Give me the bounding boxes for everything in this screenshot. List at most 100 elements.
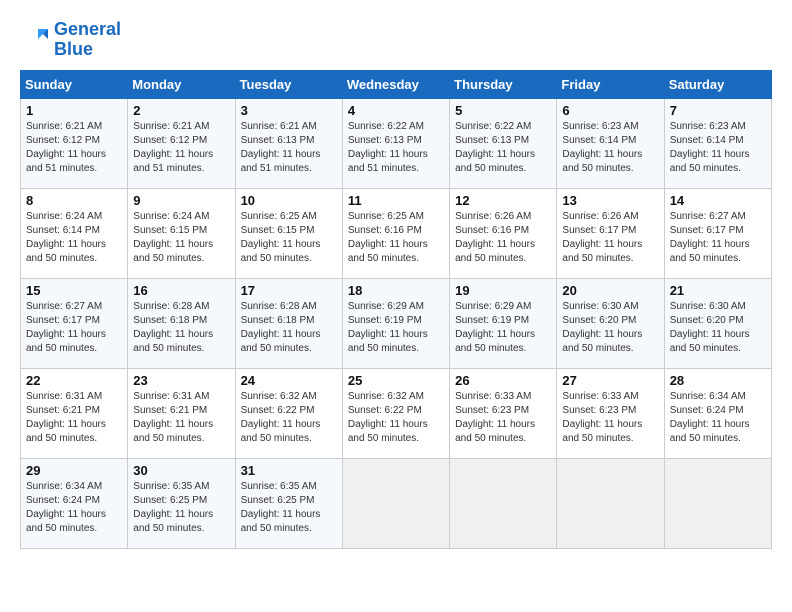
day-number: 26	[455, 373, 551, 388]
day-info: Sunrise: 6:33 AM Sunset: 6:23 PM Dayligh…	[455, 390, 551, 446]
day-number: 9	[133, 193, 229, 208]
day-number: 10	[241, 193, 337, 208]
table-row: 27Sunrise: 6:33 AM Sunset: 6:23 PM Dayli…	[557, 368, 664, 458]
page-header: General Blue	[20, 20, 772, 60]
day-number: 4	[348, 103, 444, 118]
day-number: 30	[133, 463, 229, 478]
day-number: 1	[26, 103, 122, 118]
day-number: 8	[26, 193, 122, 208]
table-row: 29Sunrise: 6:34 AM Sunset: 6:24 PM Dayli…	[21, 458, 128, 548]
col-thursday: Thursday	[450, 70, 557, 98]
table-row: 9 Sunrise: 6:24 AM Sunset: 6:15 PM Daylig…	[128, 188, 235, 278]
day-info: Sunrise: 6:23 AM Sunset: 6:14 PM Dayligh…	[562, 120, 658, 176]
day-number: 18	[348, 283, 444, 298]
day-number: 17	[241, 283, 337, 298]
day-number: 13	[562, 193, 658, 208]
day-info: Sunrise: 6:28 AM Sunset: 6:18 PM Dayligh…	[133, 300, 229, 356]
day-info: Sunrise: 6:34 AM Sunset: 6:24 PM Dayligh…	[670, 390, 766, 446]
day-info: Sunrise: 6:30 AM Sunset: 6:20 PM Dayligh…	[562, 300, 658, 356]
day-info: Sunrise: 6:25 AM Sunset: 6:15 PM Dayligh…	[241, 210, 337, 266]
day-info: Sunrise: 6:27 AM Sunset: 6:17 PM Dayligh…	[670, 210, 766, 266]
table-row: 18 Sunrise: 6:29 AM Sunset: 6:19 PM Dayli…	[342, 278, 449, 368]
day-number: 19	[455, 283, 551, 298]
day-number: 11	[348, 193, 444, 208]
day-info: Sunrise: 6:32 AM Sunset: 6:22 PM Dayligh…	[241, 390, 337, 446]
day-number: 6	[562, 103, 658, 118]
table-row: 16 Sunrise: 6:28 AM Sunset: 6:18 PM Dayli…	[128, 278, 235, 368]
day-number: 5	[455, 103, 551, 118]
day-info: Sunrise: 6:35 AM Sunset: 6:25 PM Dayligh…	[241, 480, 337, 536]
day-info: Sunrise: 6:34 AM Sunset: 6:24 PM Dayligh…	[26, 480, 122, 536]
day-info: Sunrise: 6:21 AM Sunset: 6:13 PM Dayligh…	[241, 120, 337, 176]
day-info: Sunrise: 6:29 AM Sunset: 6:19 PM Dayligh…	[348, 300, 444, 356]
logo-line1: General	[54, 20, 121, 40]
day-number: 31	[241, 463, 337, 478]
table-row: 26 Sunrise: 6:33 AM Sunset: 6:23 PM Dayli…	[450, 368, 557, 458]
calendar-row: 15Sunrise: 6:27 AM Sunset: 6:17 PM Dayli…	[21, 278, 772, 368]
table-row: 5 Sunrise: 6:22 AM Sunset: 6:13 PM Daylig…	[450, 98, 557, 188]
day-info: Sunrise: 6:26 AM Sunset: 6:17 PM Dayligh…	[562, 210, 658, 266]
table-row	[557, 458, 664, 548]
col-monday: Monday	[128, 70, 235, 98]
day-info: Sunrise: 6:21 AM Sunset: 6:12 PM Dayligh…	[133, 120, 229, 176]
col-wednesday: Wednesday	[342, 70, 449, 98]
day-number: 22	[26, 373, 122, 388]
table-row: 23 Sunrise: 6:31 AM Sunset: 6:21 PM Dayli…	[128, 368, 235, 458]
day-info: Sunrise: 6:26 AM Sunset: 6:16 PM Dayligh…	[455, 210, 551, 266]
table-row: 2 Sunrise: 6:21 AM Sunset: 6:12 PM Daylig…	[128, 98, 235, 188]
table-row: 10 Sunrise: 6:25 AM Sunset: 6:15 PM Dayli…	[235, 188, 342, 278]
day-info: Sunrise: 6:21 AM Sunset: 6:12 PM Dayligh…	[26, 120, 122, 176]
day-info: Sunrise: 6:32 AM Sunset: 6:22 PM Dayligh…	[348, 390, 444, 446]
table-row	[450, 458, 557, 548]
table-row: 17 Sunrise: 6:28 AM Sunset: 6:18 PM Dayli…	[235, 278, 342, 368]
day-info: Sunrise: 6:22 AM Sunset: 6:13 PM Dayligh…	[348, 120, 444, 176]
calendar-row: 8 Sunrise: 6:24 AM Sunset: 6:14 PM Daylig…	[21, 188, 772, 278]
day-number: 25	[348, 373, 444, 388]
table-row: 15Sunrise: 6:27 AM Sunset: 6:17 PM Dayli…	[21, 278, 128, 368]
day-info: Sunrise: 6:30 AM Sunset: 6:20 PM Dayligh…	[670, 300, 766, 356]
day-info: Sunrise: 6:25 AM Sunset: 6:16 PM Dayligh…	[348, 210, 444, 266]
day-info: Sunrise: 6:35 AM Sunset: 6:25 PM Dayligh…	[133, 480, 229, 536]
day-number: 20	[562, 283, 658, 298]
day-number: 16	[133, 283, 229, 298]
table-row: 13 Sunrise: 6:26 AM Sunset: 6:17 PM Dayli…	[557, 188, 664, 278]
table-row: 19 Sunrise: 6:29 AM Sunset: 6:19 PM Dayli…	[450, 278, 557, 368]
day-number: 23	[133, 373, 229, 388]
table-row	[664, 458, 771, 548]
day-number: 28	[670, 373, 766, 388]
table-row: 21Sunrise: 6:30 AM Sunset: 6:20 PM Dayli…	[664, 278, 771, 368]
table-row: 11 Sunrise: 6:25 AM Sunset: 6:16 PM Dayli…	[342, 188, 449, 278]
day-info: Sunrise: 6:33 AM Sunset: 6:23 PM Dayligh…	[562, 390, 658, 446]
day-number: 14	[670, 193, 766, 208]
calendar-row: 29Sunrise: 6:34 AM Sunset: 6:24 PM Dayli…	[21, 458, 772, 548]
logo-line2: Blue	[54, 40, 121, 60]
day-info: Sunrise: 6:23 AM Sunset: 6:14 PM Dayligh…	[670, 120, 766, 176]
day-info: Sunrise: 6:27 AM Sunset: 6:17 PM Dayligh…	[26, 300, 122, 356]
calendar-table: Sunday Monday Tuesday Wednesday Thursday…	[20, 70, 772, 549]
day-number: 2	[133, 103, 229, 118]
calendar-row: 1 Sunrise: 6:21 AM Sunset: 6:12 PM Daylig…	[21, 98, 772, 188]
day-info: Sunrise: 6:22 AM Sunset: 6:13 PM Dayligh…	[455, 120, 551, 176]
table-row: 24Sunrise: 6:32 AM Sunset: 6:22 PM Dayli…	[235, 368, 342, 458]
col-friday: Friday	[557, 70, 664, 98]
table-row: 12Sunrise: 6:26 AM Sunset: 6:16 PM Dayli…	[450, 188, 557, 278]
table-row: 30 Sunrise: 6:35 AM Sunset: 6:25 PM Dayli…	[128, 458, 235, 548]
table-row: 6 Sunrise: 6:23 AM Sunset: 6:14 PM Daylig…	[557, 98, 664, 188]
table-row: 20 Sunrise: 6:30 AM Sunset: 6:20 PM Dayli…	[557, 278, 664, 368]
col-tuesday: Tuesday	[235, 70, 342, 98]
day-info: Sunrise: 6:29 AM Sunset: 6:19 PM Dayligh…	[455, 300, 551, 356]
col-sunday: Sunday	[21, 70, 128, 98]
col-saturday: Saturday	[664, 70, 771, 98]
day-info: Sunrise: 6:31 AM Sunset: 6:21 PM Dayligh…	[26, 390, 122, 446]
day-number: 3	[241, 103, 337, 118]
day-info: Sunrise: 6:24 AM Sunset: 6:14 PM Dayligh…	[26, 210, 122, 266]
logo-icon	[20, 25, 50, 55]
logo: General Blue	[20, 20, 121, 60]
table-row	[342, 458, 449, 548]
day-info: Sunrise: 6:24 AM Sunset: 6:15 PM Dayligh…	[133, 210, 229, 266]
table-row: 1 Sunrise: 6:21 AM Sunset: 6:12 PM Daylig…	[21, 98, 128, 188]
table-row: 22 Sunrise: 6:31 AM Sunset: 6:21 PM Dayli…	[21, 368, 128, 458]
day-info: Sunrise: 6:28 AM Sunset: 6:18 PM Dayligh…	[241, 300, 337, 356]
day-info: Sunrise: 6:31 AM Sunset: 6:21 PM Dayligh…	[133, 390, 229, 446]
table-row: 31 Sunrise: 6:35 AM Sunset: 6:25 PM Dayli…	[235, 458, 342, 548]
